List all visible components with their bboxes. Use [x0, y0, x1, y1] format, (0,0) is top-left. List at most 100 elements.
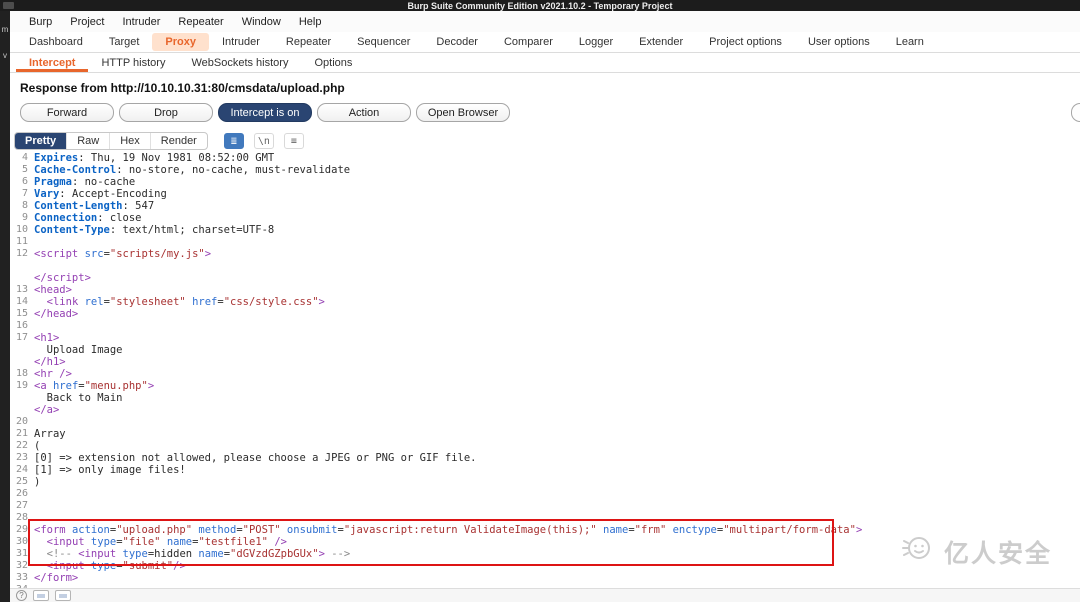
line-content: Pragma: no-cache: [34, 176, 135, 188]
code-token: <input: [46, 536, 85, 548]
tab-comparer[interactable]: Comparer: [491, 32, 566, 52]
code-line: </h1>: [10, 356, 1080, 368]
code-line: 25): [10, 476, 1080, 488]
subtab-options[interactable]: Options: [301, 53, 365, 72]
code-token: close: [109, 212, 142, 224]
line-content: (: [34, 440, 40, 452]
sub-tab-bar: Intercept HTTP history WebSockets history O…: [10, 53, 1080, 73]
line-number: 17: [15, 332, 28, 343]
tab-project-options[interactable]: Project options: [696, 32, 795, 52]
tab-repeater[interactable]: Repeater: [273, 32, 344, 52]
code-token: :: [109, 224, 123, 236]
show-newlines-icon[interactable]: \n: [253, 133, 274, 149]
code-token: Upload Image: [34, 344, 123, 356]
code-line: 17 <h1>: [10, 332, 1080, 344]
code-token: >: [204, 248, 212, 260]
tab-decoder[interactable]: Decoder: [423, 32, 491, 52]
tab-user-options[interactable]: User options: [795, 32, 883, 52]
code-area[interactable]: 4 Expires: Thu, 19 Nov 1981 08:52:00 GMT 5…: [10, 152, 1080, 596]
drop-button[interactable]: Drop: [119, 103, 213, 122]
view-tab-hex[interactable]: Hex: [110, 133, 151, 149]
code-token: "javascript:return ValidateImage(this);": [343, 524, 597, 536]
code-token: "menu.php": [84, 380, 148, 392]
line-number: 22: [15, 440, 28, 451]
line-number: 26: [15, 488, 28, 499]
code-token: </form>: [34, 572, 79, 584]
line-number: 29: [15, 524, 28, 535]
code-line: Back to Main: [10, 392, 1080, 404]
subtab-intercept[interactable]: Intercept: [16, 53, 88, 72]
line-content: <script src="scripts/my.js">: [34, 248, 211, 260]
intercept-toggle-button[interactable]: Intercept is on: [218, 103, 312, 122]
code-line: 24 [1] => only image files!: [10, 464, 1080, 476]
forward-button[interactable]: Forward: [20, 103, 114, 122]
help-icon[interactable]: ?: [16, 590, 27, 601]
view-tab-raw[interactable]: Raw: [67, 133, 111, 149]
code-line: 9 Connection: close: [10, 212, 1080, 224]
open-browser-button[interactable]: Open Browser: [416, 103, 510, 122]
status-widget-1[interactable]: [33, 590, 49, 601]
code-token: Cache-Control: [34, 164, 117, 176]
tab-sequencer[interactable]: Sequencer: [344, 32, 423, 52]
menu-repeater[interactable]: Repeater: [169, 16, 232, 28]
code-line: 33 </form>: [10, 572, 1080, 584]
view-tab-pretty[interactable]: Pretty: [15, 133, 68, 149]
code-token: />: [274, 536, 287, 548]
code-line: 18 <hr />: [10, 368, 1080, 380]
tab-extender[interactable]: Extender: [626, 32, 696, 52]
menu-burp[interactable]: Burp: [20, 16, 61, 28]
subtab-websockets-history[interactable]: WebSockets history: [178, 53, 301, 72]
code-token: </script>: [34, 272, 91, 284]
line-number: [10, 344, 28, 356]
code-line: 22 (: [10, 440, 1080, 452]
window-icon: [3, 2, 14, 9]
code-token: "upload.php": [116, 524, 193, 536]
status-widget-2[interactable]: [55, 590, 71, 601]
code-line: 19 <a href="menu.php">: [10, 380, 1080, 392]
line-number: 16: [15, 320, 28, 331]
menu-project[interactable]: Project: [61, 16, 113, 28]
menu-intruder[interactable]: Intruder: [114, 16, 170, 28]
line-content: Back to Main: [34, 392, 123, 404]
menu-help[interactable]: Help: [290, 16, 331, 28]
line-number: 15: [15, 308, 28, 319]
action-button[interactable]: Action: [317, 103, 411, 122]
action-button-row: Forward Drop Intercept is on Action Open…: [20, 103, 1080, 122]
view-tab-render[interactable]: Render: [151, 133, 207, 149]
pretty-print-settings-icon[interactable]: ≣: [223, 133, 244, 149]
tab-dashboard[interactable]: Dashboard: [16, 32, 96, 52]
code-token: (: [34, 440, 41, 452]
code-line: 15 </head>: [10, 308, 1080, 320]
editor-menu-icon[interactable]: ≡: [283, 133, 304, 149]
tab-learn[interactable]: Learn: [883, 32, 937, 52]
line-number: 28: [15, 512, 28, 523]
code-token: :: [116, 164, 129, 176]
line-number: 7: [21, 188, 28, 199]
editor-toolbar: Pretty Raw Hex Render ≣ \n ≡: [14, 132, 1080, 150]
line-content: [0] => extension not allowed, please cho…: [34, 452, 477, 464]
code-token: >: [318, 296, 325, 308]
subtab-http-history[interactable]: HTTP history: [88, 53, 178, 72]
code-token: text/html; charset=UTF-8: [122, 224, 275, 236]
settings-gear-button-partial[interactable]: [1071, 103, 1080, 122]
tab-proxy[interactable]: Proxy: [152, 33, 209, 51]
line-content: Content-Type: text/html; charset=UTF-8: [34, 224, 274, 236]
line-number: 27: [15, 500, 28, 511]
code-line: 10 Content-Type: text/html; charset=UTF-8: [10, 224, 1080, 236]
tab-target[interactable]: Target: [96, 32, 153, 52]
code-line: 5 Cache-Control: no-store, no-cache, must…: [10, 164, 1080, 176]
code-line: 12 <script src="scripts/my.js">: [10, 248, 1080, 260]
tab-logger[interactable]: Logger: [566, 32, 626, 52]
code-token: [1] => only image files!: [34, 464, 186, 476]
code-token: </h1>: [34, 356, 66, 368]
line-content: Cache-Control: no-store, no-cache, must-…: [34, 164, 350, 176]
code-token: "testfile1": [198, 536, 268, 548]
code-token: href: [192, 296, 218, 308]
status-bar: ?: [10, 588, 1080, 602]
code-token: "css/style.css": [223, 296, 319, 308]
code-token: onsubmit: [286, 524, 338, 536]
tab-intruder[interactable]: Intruder: [209, 32, 273, 52]
code-line: [10, 260, 1080, 272]
menu-window[interactable]: Window: [233, 16, 290, 28]
